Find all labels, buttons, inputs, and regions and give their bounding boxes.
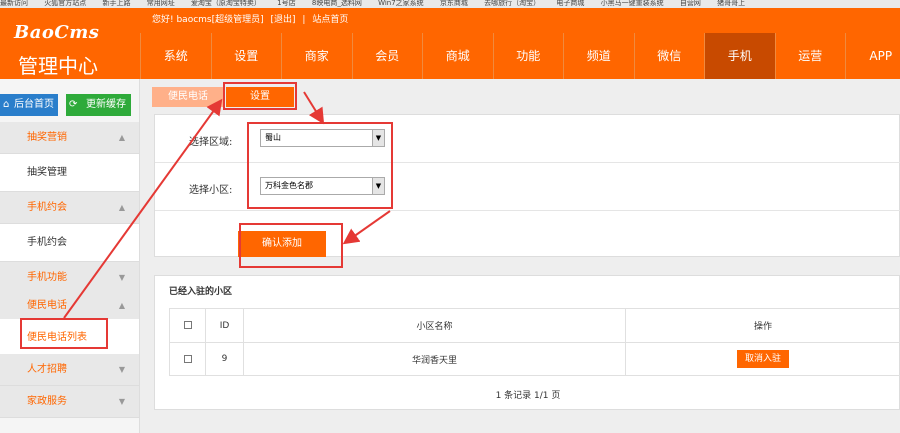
bookmark-link[interactable]: 8映电商_选料网 [312,0,362,7]
table-row: 9 华润香天里 取消入驻 [169,342,900,376]
sidebar-group-mobile-dating[interactable]: 手机约会 ▲ [0,192,139,224]
bookmark-link[interactable]: 电子商城 [556,0,584,7]
table-header-row: ID 小区名称 操作 [169,308,900,343]
sidebar-group-label: 抽奖营销 [27,132,67,143]
annotation-box-sidebar-item [20,318,108,349]
bookmark-link[interactable]: 猪哥哥上 [717,0,745,7]
bookmark-link[interactable]: 新手上路 [102,0,130,7]
community-label: 选择小区: [189,185,233,196]
nav-item-mall[interactable]: 商城 [422,33,493,79]
sidebar-group-housekeeping[interactable]: 家政服务 ▼ [0,386,139,418]
communities-table: ID 小区名称 操作 9 华润香天里 取消入驻 [169,308,900,376]
sidebar-group-lottery[interactable]: 抽奖营销 ▲ [0,122,139,154]
bookmark-link[interactable]: 火狐官方站点 [44,0,86,7]
chevron-down-icon: ▼ [118,365,125,374]
sidebar-group-label: 手机功能 [27,272,67,283]
select-all-cell [169,308,206,343]
nav-item-channels[interactable]: 频道 [563,33,634,79]
annotation-box-selects [247,122,393,209]
joined-communities-panel: 已经入驻的小区 ID 小区名称 操作 9 华润香天里 取消入驻 1 条记录 1/… [154,275,900,410]
home-button-label: 后台首页 [14,99,54,110]
chevron-up-icon: ▲ [118,203,125,212]
nav-item-functions[interactable]: 功能 [492,33,564,79]
area-label: 选择区域: [189,137,233,148]
nav-item-wechat[interactable]: 微信 [633,33,705,79]
annotation-box-settings-tab [223,82,297,110]
cancel-join-button[interactable]: 取消入驻 [737,350,789,368]
admin-title: 管理中心 [18,54,98,78]
column-header-id: ID [205,308,244,343]
home-button[interactable]: ⌂ 后台首页 [0,94,58,116]
select-all-checkbox[interactable] [183,321,192,329]
bookmark-link[interactable]: 常用网址 [147,0,175,7]
column-header-name: 小区名称 [243,308,626,343]
nav-item-settings[interactable]: 设置 [210,33,282,79]
bookmark-link[interactable]: 最新访问 [0,0,28,7]
bookmark-link[interactable]: 京东商城 [440,0,468,7]
row-id: 9 [205,342,244,376]
bookmark-link[interactable]: 小黑马一键重装系统 [601,0,664,7]
logo: BaoCms [14,22,100,43]
refresh-icon: ⟳ [69,99,78,110]
bookmark-link[interactable]: 去哪旅行（淘宝） [484,0,540,7]
bookmark-link[interactable]: 自营网 [680,0,701,7]
bookmark-link[interactable]: 爱淘宝（原淘宝特卖） [191,0,261,7]
sidebar-group-label: 家政服务 [27,396,67,407]
sidebar-group-label: 人才招聘 [27,364,67,375]
sidebar-group-label: 手机约会 [27,202,67,213]
main-nav: 系统 设置 商家 会员 商城 功能 频道 微信 手机 运营 APP [140,33,900,79]
nav-item-merchants[interactable]: 商家 [281,33,352,79]
chevron-up-icon: ▲ [118,301,125,310]
sidebar: ⌂ 后台首页 ⟳ 更新缓存 抽奖营销 ▲ 抽奖管理 手机约会 ▲ 手机约会 手机… [0,79,140,433]
home-icon: ⌂ [3,99,10,110]
row-checkbox[interactable] [183,354,192,363]
pagination: 1 条记录 1/1 页 [495,391,561,401]
top-header: BaoCms 管理中心 您好! baocms[超级管理员] [退出] | 站点首… [0,8,900,79]
sidebar-group-label: 便民电话 [27,300,67,311]
row-name: 华润香天里 [243,342,626,376]
sidebar-item-lottery-manage[interactable]: 抽奖管理 [0,154,139,192]
logout-link[interactable]: [退出] [271,15,296,25]
row-action-cell: 取消入驻 [625,342,900,376]
update-cache-button[interactable]: ⟳ 更新缓存 [66,94,131,116]
separator: | [302,15,306,25]
greeting-text: 您好! baocms[超级管理员] [152,15,264,25]
column-header-action: 操作 [625,308,900,343]
annotation-box-confirm [239,223,343,268]
chevron-up-icon: ▲ [118,133,125,142]
nav-item-system[interactable]: 系统 [140,33,211,79]
bookmark-link[interactable]: Win7之家系统 [378,0,424,7]
nav-item-members[interactable]: 会员 [351,33,423,79]
sidebar-group-recruitment[interactable]: 人才招聘 ▼ [0,354,139,386]
chevron-down-icon: ▼ [118,397,125,406]
list-title: 已经入驻的小区 [169,287,233,297]
sidebar-item-mobile-dating[interactable]: 手机约会 [0,224,139,262]
update-cache-label: 更新缓存 [86,99,126,110]
nav-item-operations[interactable]: 运营 [774,33,846,79]
breadcrumb-parent[interactable]: 便民电话 [152,87,224,107]
row-checkbox-cell [169,342,206,376]
top-info-bar: 您好! baocms[超级管理员] [退出] | 站点首页 [152,12,352,25]
bookmark-bar: 最新访问 火狐官方站点 新手上路 常用网址 爱淘宝（原淘宝特卖） 1号店 8映电… [0,0,900,8]
nav-item-mobile[interactable]: 手机 [704,33,775,79]
nav-item-app[interactable]: APP [845,33,900,79]
bookmark-link[interactable]: 1号店 [277,0,295,7]
site-home-link[interactable]: 站点首页 [312,15,348,25]
